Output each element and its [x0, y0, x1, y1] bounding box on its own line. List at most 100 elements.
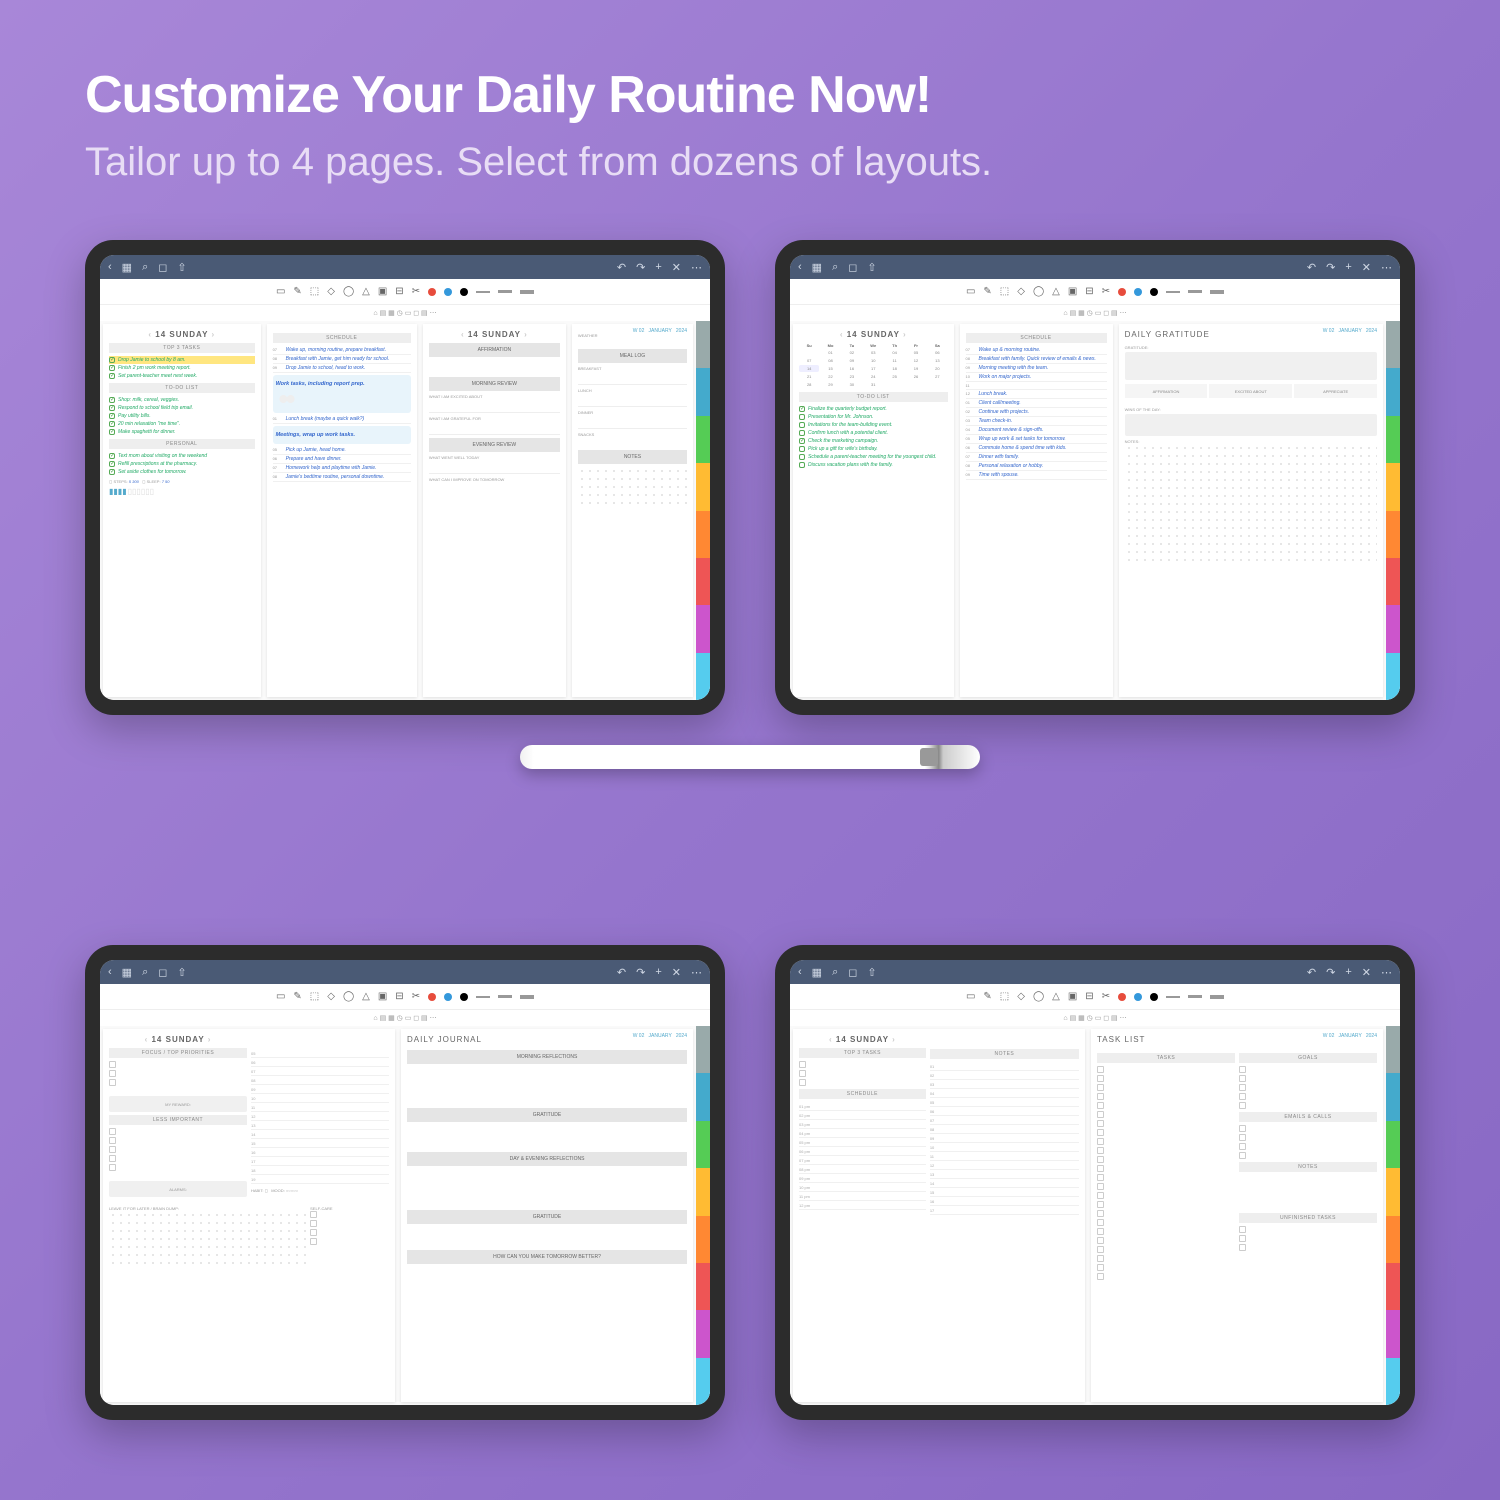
affirmation-button[interactable]: AFFIRMATION: [1125, 384, 1208, 398]
back-icon[interactable]: ‹: [108, 261, 112, 273]
wins-field[interactable]: [1125, 414, 1377, 436]
todo-header: TO-DO LIST: [109, 383, 255, 393]
color-blue[interactable]: [444, 288, 452, 296]
ipad-3: ‹▦⌕◻⇧↶↷+✕⋯ ▭✎⬚◇◯△▣⊟✂ ⌂ ▤ ▦ ◷ ▭ ◻ ▤ ⋯ ‹ 1…: [85, 945, 725, 1420]
notes-header: NOTES: [578, 450, 687, 464]
lasso-icon[interactable]: ◯: [343, 286, 354, 297]
ruler-icon[interactable]: ⊟: [395, 286, 403, 297]
drawing-toolbar: ▭✎⬚◇◯△▣⊟✂: [790, 279, 1400, 305]
color-black[interactable]: [460, 288, 468, 296]
tasks-header: TASKS: [1097, 1053, 1235, 1063]
review-page: ‹ 14 SUNDAY › AFFIRMATION MORNING REVIEW…: [423, 324, 566, 697]
page-subhead: Tailor up to 4 pages. Select from dozens…: [85, 140, 992, 185]
grid-icon[interactable]: ▦: [122, 261, 132, 274]
shapes-icon[interactable]: △: [362, 286, 370, 297]
ipad-1: ‹ ▦ ⌕ ◻ ⇧ ↶ ↷ + ✕ ⋯ ▭ ✎ ⬚ ◇ ◯ △ ▣ ⊟ ✂ ⌂ …: [85, 240, 725, 715]
ipad-2: ‹▦⌕◻⇧↶↷+✕⋯ ▭✎⬚◇◯△▣⊟✂ ⌂ ▤ ▦ ◷ ▭ ◻ ▤ ⋯ ‹ 1…: [775, 240, 1415, 715]
goals-header: GOALS: [1239, 1053, 1377, 1063]
task-item[interactable]: 20 min relaxation "me time".: [109, 420, 255, 428]
bookmark-icon[interactable]: ◻: [158, 261, 167, 274]
meal-log-header: MEAL LOG: [578, 349, 687, 363]
alarms-field[interactable]: ALARMS:: [109, 1181, 247, 1197]
tab[interactable]: [696, 463, 710, 510]
camera-icon[interactable]: ▣: [378, 286, 387, 297]
todo-header: TO-DO LIST: [799, 392, 948, 402]
tab[interactable]: [696, 321, 710, 368]
task-item[interactable]: Shop: milk, cereal, veggies.: [109, 396, 255, 404]
tab[interactable]: [696, 653, 710, 700]
label: WHAT CAN I IMPROVE ON TOMORROW: [429, 477, 560, 482]
appreciate-button[interactable]: APPRECIATE: [1294, 384, 1377, 398]
date-header: ‹ 14 SUNDAY ›: [429, 330, 560, 339]
left-page: ‹ 14 SUNDAY › SuMoTuWeThFrSa 01020304050…: [793, 324, 954, 697]
label: GRATITUDE:: [1125, 345, 1377, 350]
pen-icon[interactable]: ✎: [293, 286, 301, 297]
more-icon[interactable]: ⋯: [691, 261, 702, 274]
unfinished-header: UNFINISHED TASKS: [1239, 1213, 1377, 1223]
focus-header: FOCUS / TOP PRIORITIES: [109, 1048, 247, 1058]
reward-field[interactable]: MY REWARD:: [109, 1096, 247, 1112]
redo-icon[interactable]: ↷: [636, 261, 645, 274]
notes-area[interactable]: [578, 467, 687, 507]
stroke-thick[interactable]: [520, 290, 534, 294]
journal-page: W 02 JANUARY 2024 DAILY JOURNAL MORNING …: [401, 1029, 693, 1402]
search-icon[interactable]: ⌕: [142, 261, 148, 274]
task-item[interactable]: Make spaghetti for dinner.: [109, 428, 255, 436]
brain-dump-area[interactable]: [109, 1211, 306, 1266]
text-icon[interactable]: ✂: [412, 286, 420, 297]
sticker-icon: [278, 390, 296, 408]
close-icon[interactable]: ✕: [672, 261, 681, 274]
stroke-thin[interactable]: [476, 291, 490, 293]
task-item[interactable]: Refill prescriptions at the pharmacy.: [109, 460, 255, 468]
notes-area[interactable]: [1125, 444, 1377, 564]
meal-page: W 02 JANUARY 2024 WEATHER MEAL LOG BREAK…: [572, 324, 693, 697]
evening-review-header: EVENING REVIEW: [429, 438, 560, 452]
schedule-header: SCHEDULE: [273, 333, 411, 343]
task-item[interactable]: Text mom about visiting on the weekend: [109, 452, 255, 460]
morning-review-header: MORNING REVIEW: [429, 377, 560, 391]
water-tracker[interactable]: ▮▮▮▮▯▯▯▯▯▯: [109, 487, 255, 496]
drawing-toolbar: ▭ ✎ ⬚ ◇ ◯ △ ▣ ⊟ ✂: [100, 279, 710, 305]
top3-header: TOP 3 TASKS: [109, 343, 255, 353]
date-header: ‹ 14 SUNDAY ›: [109, 330, 255, 339]
affirmation-header: AFFIRMATION: [429, 343, 560, 357]
eraser-icon[interactable]: ◇: [327, 286, 335, 297]
section: GRATITUDE: [407, 1108, 687, 1122]
gratitude-field[interactable]: [1125, 352, 1377, 380]
share-icon[interactable]: ⇧: [177, 261, 186, 274]
highlighter-icon[interactable]: ⬚: [310, 286, 319, 297]
task-item[interactable]: Set aside clothes for tomorrow.: [109, 468, 255, 476]
left-page: ‹ 14 SUNDAY › TOP 3 TASKS SCHEDULE 01 pm…: [793, 1029, 1085, 1402]
task-list-page: W 02 JANUARY 2024 TASK LIST TASKS GOALS …: [1091, 1029, 1383, 1402]
task-item[interactable]: Pay utility bills.: [109, 412, 255, 420]
stroke-med[interactable]: [498, 290, 512, 293]
label: WINS OF THE DAY:: [1125, 407, 1377, 412]
mini-calendar[interactable]: SuMoTuWeThFrSa 010203040506 070809101112…: [799, 343, 948, 388]
task-item[interactable]: Drop Jamie to school by 8 am.: [109, 356, 255, 364]
top3-header: TOP 3 TASKS: [799, 1048, 926, 1058]
excited-button[interactable]: EXCITED ABOUT: [1209, 384, 1292, 398]
task-item[interactable]: Respond to school field trip email.: [109, 404, 255, 412]
section: DAY & EVENING REFLECTIONS: [407, 1152, 687, 1166]
app-bar: ‹▦⌕◻⇧↶↷+✕⋯: [790, 255, 1400, 279]
add-icon[interactable]: +: [655, 261, 661, 273]
notes-header: NOTES: [1239, 1162, 1377, 1172]
color-red[interactable]: [428, 288, 436, 296]
schedule-page: SCHEDULE 07Wake up & morning routine. 08…: [960, 324, 1113, 697]
emails-header: EMAILS & CALLS: [1239, 1112, 1377, 1122]
schedule-header: SCHEDULE: [966, 333, 1107, 343]
tab[interactable]: [696, 558, 710, 605]
task-item[interactable]: Set parent-teacher meet next week.: [109, 372, 255, 380]
page-headline: Customize Your Daily Routine Now!: [85, 65, 931, 125]
select-icon[interactable]: ▭: [276, 286, 285, 297]
tab[interactable]: [696, 511, 710, 558]
tab[interactable]: [696, 605, 710, 652]
schedule-note: Work tasks, including report prep.: [276, 381, 408, 387]
apple-pencil-icon: [520, 745, 980, 769]
section: GRATITUDE: [407, 1210, 687, 1224]
ipad-4: ‹▦⌕◻⇧↶↷+✕⋯ ▭✎⬚◇◯△▣⊟✂ ⌂ ▤ ▦ ◷ ▭ ◻ ▤ ⋯ ‹ 1…: [775, 945, 1415, 1420]
tab[interactable]: [696, 416, 710, 463]
tab[interactable]: [696, 368, 710, 415]
task-item[interactable]: Finish 2 pm work meeting report.: [109, 364, 255, 372]
undo-icon[interactable]: ↶: [617, 261, 626, 274]
